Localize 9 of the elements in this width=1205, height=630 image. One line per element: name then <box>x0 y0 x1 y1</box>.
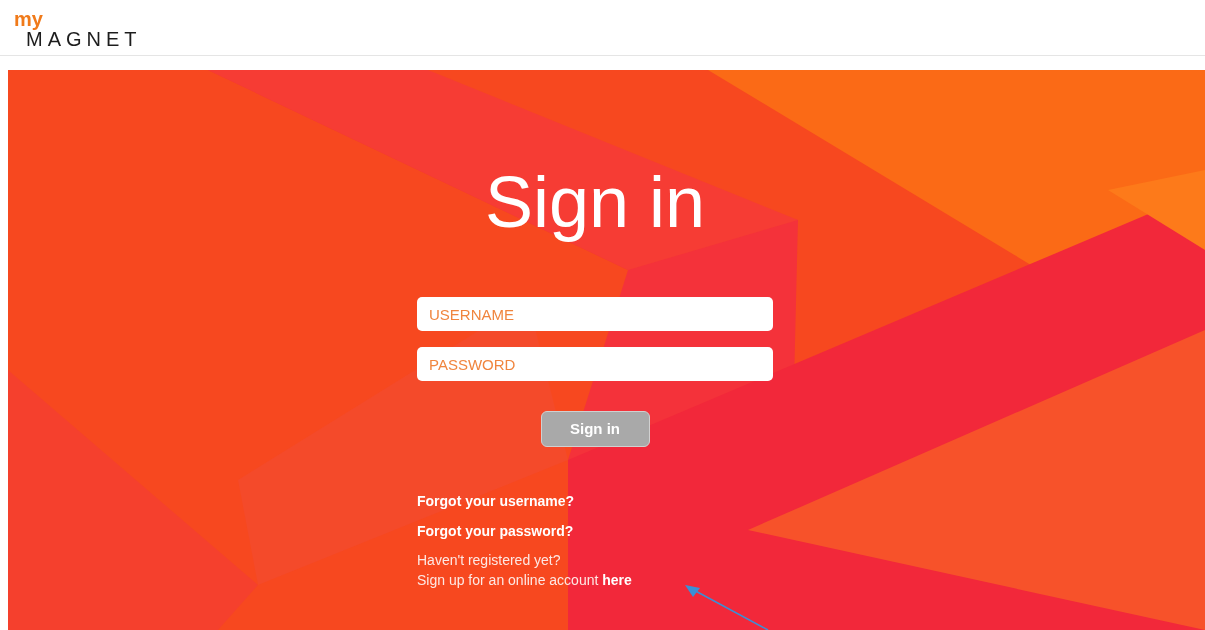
password-field[interactable]: PASSWORD <box>417 347 773 381</box>
forgot-password-link[interactable]: Forgot your password? <box>417 522 574 540</box>
register-question: Haven't registered yet? <box>417 551 561 570</box>
logo-prefix: my <box>14 10 43 28</box>
page-title: Sign in <box>483 162 707 242</box>
signup-link[interactable]: here <box>602 572 632 588</box>
forgot-username-link[interactable]: Forgot your username? <box>417 492 575 510</box>
signup-text: Sign up for an online account here <box>417 571 632 590</box>
username-field[interactable]: USERNAME <box>417 297 773 331</box>
